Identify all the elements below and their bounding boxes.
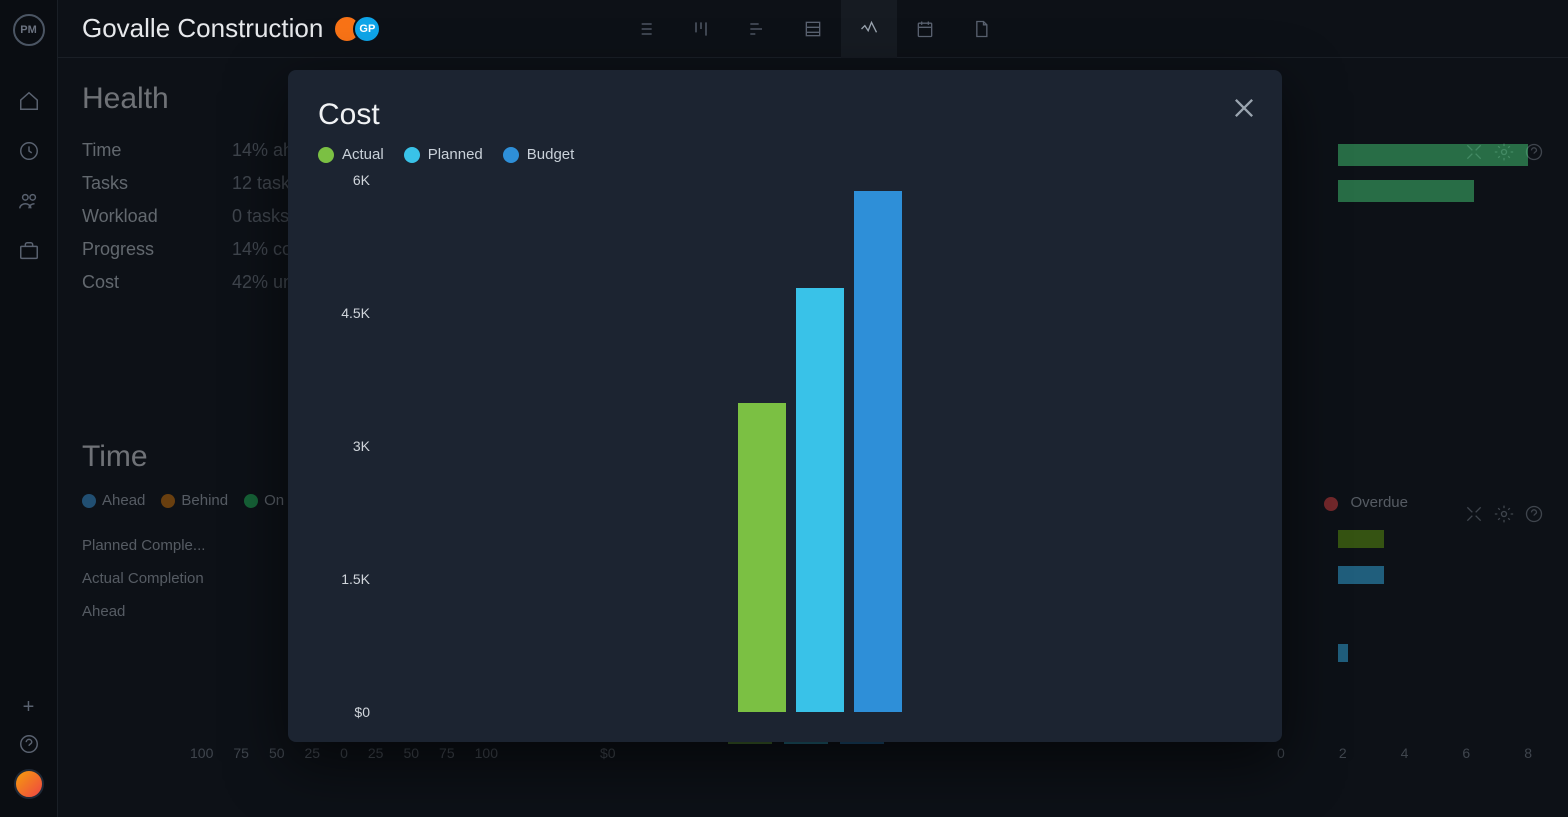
view-sheet-icon[interactable] <box>785 0 841 58</box>
project-title: Govalle Construction <box>82 13 323 44</box>
legend-dot-icon <box>318 147 334 163</box>
view-calendar-icon[interactable] <box>897 0 953 58</box>
overdue-legend-dot <box>1324 497 1338 511</box>
view-gantt-icon[interactable] <box>729 0 785 58</box>
legend-item: Actual <box>318 146 384 163</box>
bg-bar <box>1338 644 1348 662</box>
view-files-icon[interactable] <box>953 0 1009 58</box>
tasks-axis: 02468 <box>1277 745 1532 761</box>
user-avatar[interactable] <box>14 769 44 799</box>
view-list-icon[interactable] <box>617 0 673 58</box>
close-icon[interactable] <box>1230 94 1258 122</box>
time-panel-title: Time <box>82 440 297 474</box>
help-icon[interactable] <box>1524 504 1544 524</box>
chart-bar[interactable] <box>796 288 844 712</box>
chart-y-axis: 6K4.5K3K1.5K$0 <box>318 180 370 712</box>
nav-add-icon[interactable]: + <box>23 696 35 719</box>
legend-dot-icon <box>404 147 420 163</box>
bg-bar <box>1338 530 1384 548</box>
chart-plot <box>388 180 1252 712</box>
topbar: Govalle Construction GP <box>58 0 1568 58</box>
app-logo[interactable]: PM <box>13 14 45 46</box>
legend-item: Budget <box>503 146 575 163</box>
time-axis: 1007550250255075100 <box>190 745 498 761</box>
y-tick-label: 6K <box>318 172 370 188</box>
view-dashboard-icon[interactable] <box>841 0 897 58</box>
y-tick-label: 1.5K <box>318 571 370 587</box>
time-row-labels: Planned Comple... Actual Completion Ahea… <box>82 529 297 628</box>
bg-bar <box>1338 144 1528 166</box>
legend-dot-icon <box>503 147 519 163</box>
bg-bar <box>1338 566 1384 584</box>
gear-icon[interactable] <box>1494 504 1514 524</box>
cost-chart: 6K4.5K3K1.5K$0 <box>318 180 1252 712</box>
avatar[interactable]: GP <box>353 15 381 43</box>
nav-people-icon[interactable] <box>0 176 58 226</box>
left-nav-rail: PM + <box>0 0 58 817</box>
overdue-legend-label: Overdue <box>1350 494 1408 511</box>
cost-axis-zero: $0 <box>600 745 616 761</box>
bg-bar <box>1338 180 1474 202</box>
nav-recent-icon[interactable] <box>0 126 58 176</box>
chart-legend: Actual Planned Budget <box>318 146 1252 163</box>
nav-portfolio-icon[interactable] <box>0 226 58 276</box>
chart-bars <box>738 191 902 712</box>
modal-title: Cost <box>318 98 1252 132</box>
y-tick-label: $0 <box>318 704 370 720</box>
time-legend: Ahead Behind On T <box>82 492 297 509</box>
y-tick-label: 4.5K <box>318 305 370 321</box>
view-board-icon[interactable] <box>673 0 729 58</box>
chart-bar[interactable] <box>854 191 902 712</box>
nav-help-icon[interactable] <box>0 729 58 759</box>
project-avatars[interactable]: GP <box>341 15 381 43</box>
y-tick-label: 3K <box>318 438 370 454</box>
legend-item: Planned <box>404 146 483 163</box>
nav-home-icon[interactable] <box>0 76 58 126</box>
expand-icon[interactable] <box>1464 504 1484 524</box>
view-switcher <box>617 0 1009 58</box>
time-panel: Time Ahead Behind On T Planned Comple...… <box>82 440 297 628</box>
chart-bar[interactable] <box>738 403 786 712</box>
cost-modal: Cost Actual Planned Budget 6K 4.5K 3K 1.5K $… <box>288 70 1282 742</box>
